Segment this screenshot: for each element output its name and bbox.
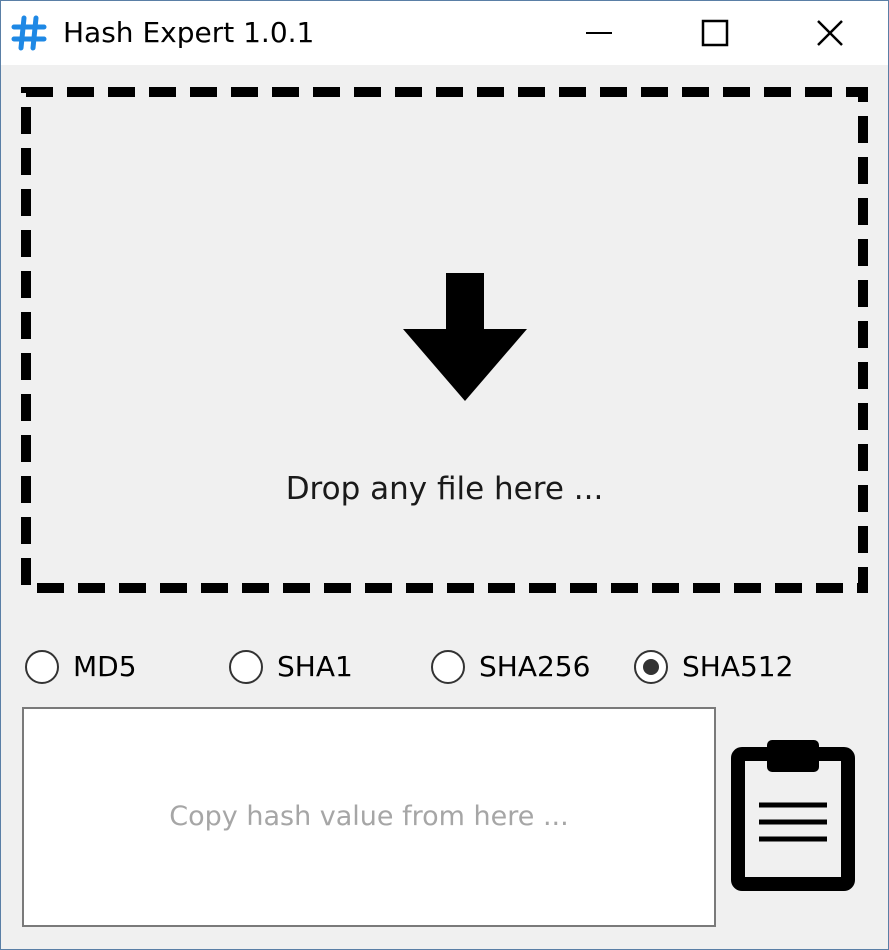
radio-selected-dot	[643, 659, 659, 675]
close-icon	[817, 20, 843, 46]
maximize-icon	[701, 19, 729, 47]
app-window: Hash Expert 1.0.1 Drop any file here ...	[0, 0, 889, 950]
clipboard-icon	[731, 740, 855, 891]
hash-output-field[interactable]	[22, 707, 716, 927]
radio-label[interactable]: SHA256	[479, 647, 590, 687]
radio-label[interactable]: MD5	[73, 647, 137, 687]
radio-sha512[interactable]: SHA512	[634, 643, 793, 691]
radio-button[interactable]	[634, 650, 668, 684]
hash-icon	[11, 15, 47, 51]
radio-label[interactable]: SHA512	[682, 647, 793, 687]
maximize-button[interactable]	[657, 1, 773, 65]
title-bar[interactable]: Hash Expert 1.0.1	[1, 1, 888, 65]
radio-label[interactable]: SHA1	[277, 647, 353, 687]
window-title: Hash Expert 1.0.1	[63, 16, 315, 49]
minimize-button[interactable]	[541, 1, 657, 65]
radio-md5[interactable]: MD5	[25, 643, 137, 691]
hash-algorithm-group: MD5 SHA1 SHA256 SHA512	[25, 643, 865, 691]
radio-button[interactable]	[25, 650, 59, 684]
radio-sha256[interactable]: SHA256	[431, 643, 590, 691]
down-arrow-icon	[403, 273, 527, 401]
close-button[interactable]	[772, 1, 888, 65]
file-drop-zone[interactable]: Drop any file here ...	[21, 87, 868, 593]
radio-button[interactable]	[229, 650, 263, 684]
minimize-icon	[586, 32, 612, 34]
drop-instruction: Drop any file here ...	[285, 471, 604, 507]
radio-sha1[interactable]: SHA1	[229, 643, 353, 691]
copy-to-clipboard-button[interactable]	[731, 737, 855, 893]
radio-button[interactable]	[431, 650, 465, 684]
